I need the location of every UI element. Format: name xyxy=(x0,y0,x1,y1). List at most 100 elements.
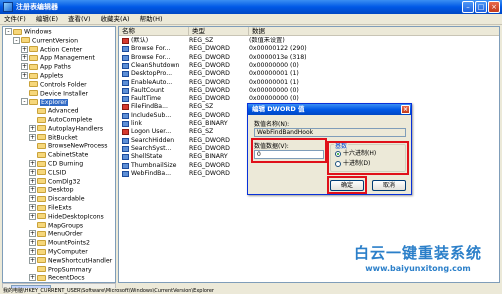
tree-node[interactable]: AutoComplete xyxy=(29,116,92,124)
tree-node[interactable]: CabinetState xyxy=(29,151,88,159)
value-data: 0x00000122 (290) xyxy=(249,45,307,53)
expand-icon[interactable]: + xyxy=(29,274,36,282)
close-button[interactable]: × xyxy=(488,1,500,13)
value-type: REG_SZ xyxy=(189,37,214,44)
tree-node[interactable]: + HideDesktopIcons xyxy=(29,212,104,221)
expand-icon[interactable]: + xyxy=(29,248,36,255)
tree-node[interactable]: PropSummary xyxy=(29,266,92,274)
tree-node[interactable]: - Windows xyxy=(5,28,52,36)
tree-node[interactable]: + FileExts xyxy=(29,204,72,212)
tree-node[interactable]: + AutoplayHandlers xyxy=(29,124,103,133)
column-data-header[interactable]: 数据 xyxy=(249,27,499,36)
menu-view[interactable]: 查看(V) xyxy=(68,14,91,24)
maximize-button[interactable]: □ xyxy=(475,1,487,13)
value-row[interactable]: DesktopPro... REG_DWORD 0x00000001 (1) xyxy=(119,70,499,78)
value-row[interactable]: CleanShutdown REG_DWORD 0x00000000 (0) xyxy=(119,62,499,70)
cancel-button[interactable]: 取消 xyxy=(372,180,406,191)
tree-node[interactable]: Controls Folder xyxy=(21,81,87,89)
column-name-header[interactable]: 名称 xyxy=(119,27,189,36)
watermark: 白云一键重装系统 www.baiyunxitong.com xyxy=(336,242,500,273)
tree-node-label: Applets xyxy=(40,72,64,80)
tree-node[interactable]: - CurrentVersion xyxy=(13,36,78,45)
tree-node[interactable]: + BitBucket xyxy=(29,133,78,142)
expand-icon[interactable]: + xyxy=(29,124,36,132)
expand-icon[interactable]: + xyxy=(21,63,28,71)
expand-icon[interactable]: + xyxy=(29,230,36,238)
expand-icon[interactable]: + xyxy=(29,160,36,167)
tree-node[interactable]: + CLSID xyxy=(29,168,66,177)
folder-icon xyxy=(37,222,46,229)
expand-icon[interactable]: + xyxy=(29,212,36,220)
status-bar: 我的电脑\HKEY_CURRENT_USER\Software\Microsof… xyxy=(0,288,502,294)
value-name: ThumbnailSize xyxy=(131,161,177,169)
expand-icon[interactable]: + xyxy=(29,133,36,141)
expand-icon[interactable]: + xyxy=(29,256,36,264)
value-type: REG_DWORD xyxy=(189,144,230,152)
column-type-header[interactable]: 类型 xyxy=(189,27,249,36)
value-type: REG_DWORD xyxy=(189,95,230,103)
binary-value-icon xyxy=(122,112,129,119)
tree-node-label: BrowseNewProcess xyxy=(48,142,108,150)
menu-file[interactable]: 文件(F) xyxy=(4,14,26,24)
tree-node[interactable]: + App Paths xyxy=(21,63,71,71)
value-row[interactable]: FaultCount REG_DWORD 0x00000000 (0) xyxy=(119,87,499,95)
registry-editor-icon xyxy=(3,2,13,12)
tree-node[interactable]: + MountPoints2 xyxy=(29,239,90,247)
tree-node[interactable]: + Discardable xyxy=(29,195,85,203)
value-name-field[interactable]: WebFindBandHook xyxy=(254,128,406,137)
tree-node[interactable]: + ComDlg32 xyxy=(29,177,80,186)
minimize-button[interactable]: – xyxy=(462,1,474,13)
tree-node[interactable]: BrowseNewProcess xyxy=(29,142,108,150)
value-type: REG_BINARY xyxy=(189,120,228,127)
expand-icon[interactable]: + xyxy=(29,186,36,194)
collapse-icon[interactable]: - xyxy=(21,98,28,106)
expand-icon[interactable]: + xyxy=(29,168,36,176)
expand-icon[interactable]: + xyxy=(29,177,36,185)
tree-node-label: MapGroups xyxy=(48,222,84,230)
tree-node[interactable]: + NewShortcutHandler xyxy=(29,256,112,265)
menu-favorites[interactable]: 收藏夹(A) xyxy=(101,14,130,24)
tree-node[interactable]: + MyComputer xyxy=(29,248,88,256)
tree-node[interactable]: + RecentDocs xyxy=(29,274,85,282)
value-row[interactable]: EnableAuto... REG_DWORD 0x00000001 (1) xyxy=(119,79,499,87)
tree-node[interactable]: MapGroups xyxy=(29,222,83,230)
expand-icon[interactable]: + xyxy=(29,239,36,247)
expand-icon[interactable]: + xyxy=(21,72,28,79)
folder-icon xyxy=(29,81,38,88)
value-name: SearchHidden xyxy=(131,136,175,144)
collapse-icon[interactable]: - xyxy=(13,36,20,44)
registry-tree[interactable]: - Windows - CurrentVersion + Action Center + Ap… xyxy=(2,26,116,283)
value-type: REG_DWORD xyxy=(189,169,230,177)
tree-node-label: AutoComplete xyxy=(48,116,93,124)
tree-node[interactable]: Device Installer xyxy=(21,90,88,98)
tree-node[interactable]: + MenuOrder xyxy=(29,230,83,238)
value-name: EnableAuto... xyxy=(131,78,173,86)
expand-icon[interactable]: + xyxy=(29,204,36,211)
value-row[interactable]: Browse For... REG_DWORD 0x00000122 (290) xyxy=(119,45,499,53)
tree-node[interactable]: + CD Burning xyxy=(29,160,83,168)
tree-node[interactable]: - Explorer xyxy=(21,98,68,106)
collapse-icon[interactable]: - xyxy=(5,28,12,35)
tree-node-label: MountPoints2 xyxy=(48,239,90,247)
tree-node[interactable]: + Applets xyxy=(21,72,63,80)
expand-icon[interactable]: + xyxy=(21,45,28,53)
menu-help[interactable]: 帮助(H) xyxy=(140,14,163,24)
watermark-url: www.baiyunxitong.com xyxy=(365,264,471,273)
expand-icon[interactable]: + xyxy=(21,54,28,62)
tree-node-label: App Management xyxy=(40,54,95,62)
value-row[interactable]: Browse For... REG_DWORD 0x0000013e (318) xyxy=(119,54,499,62)
dialog-close-button[interactable]: × xyxy=(401,105,410,114)
folder-icon xyxy=(37,116,46,123)
value-type: REG_DWORD xyxy=(189,61,230,69)
menu-edit[interactable]: 编辑(E) xyxy=(36,14,58,24)
expand-icon[interactable]: + xyxy=(29,195,36,203)
tree-node[interactable]: + App Management xyxy=(21,54,95,62)
tree-node[interactable]: Advanced xyxy=(29,107,79,115)
value-name: Logon User... xyxy=(131,128,172,136)
folder-icon xyxy=(37,248,46,255)
tree-node[interactable]: + Desktop xyxy=(29,186,74,194)
tree-node[interactable]: + Action Center xyxy=(21,45,82,54)
value-row[interactable]: (默认) REG_SZ (数值未设置) xyxy=(119,37,499,45)
